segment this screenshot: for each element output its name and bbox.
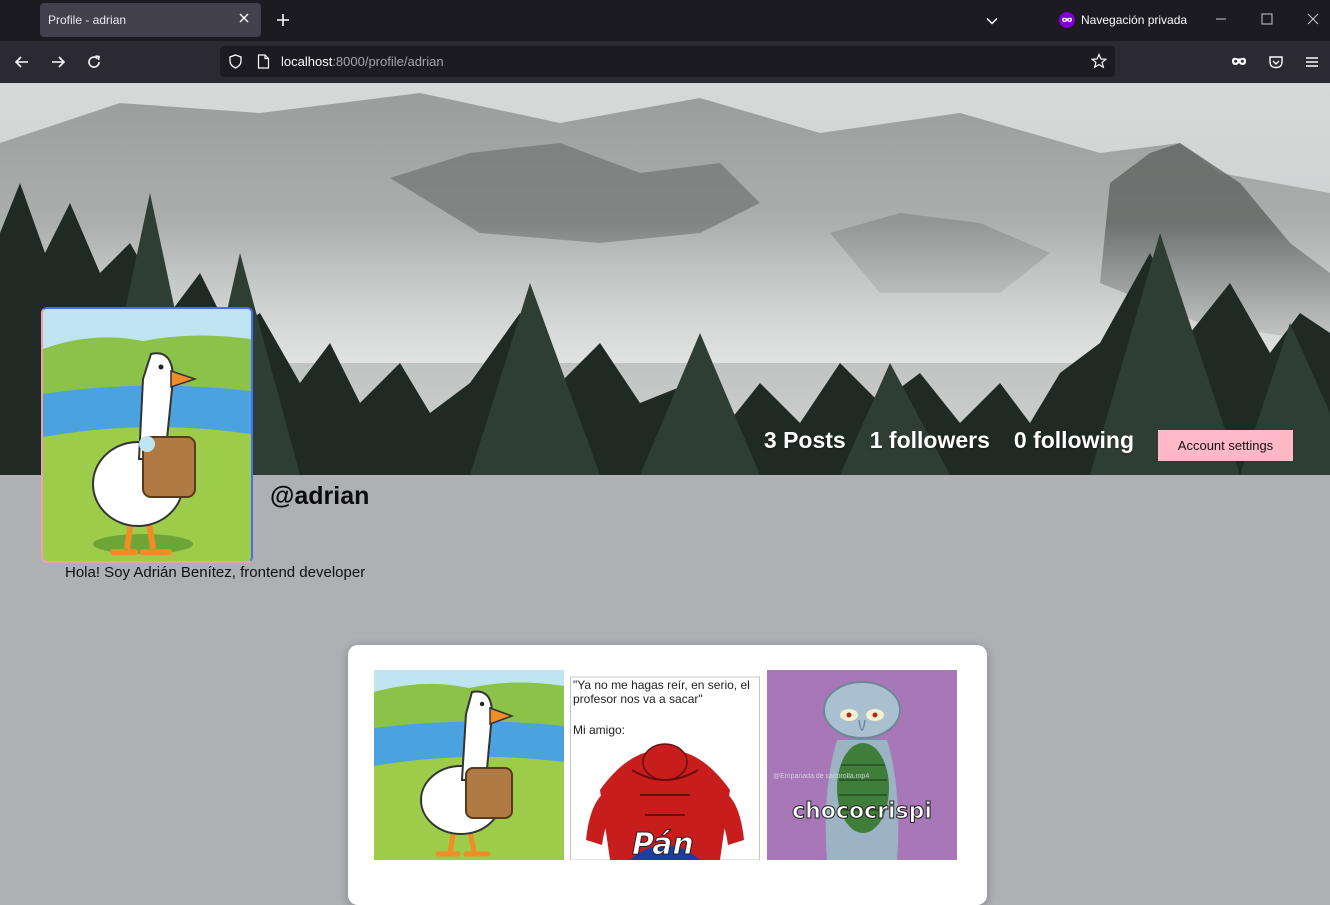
posts-grid: "Ya no me hagas reír, en serio, el profe…	[348, 645, 987, 905]
url-host: localhost	[281, 54, 333, 69]
post-thumbnail[interactable]: "Ya no me hagas reír, en serio, el profe…	[570, 670, 760, 860]
navigation-toolbar: localhost:8000/profile/adrian	[0, 41, 1330, 83]
squidward-meme-image: @Empanada de cacorolla.mp4 chococrispi	[767, 670, 957, 860]
pocket-icon[interactable]	[1268, 54, 1284, 70]
back-arrow-icon[interactable]	[14, 54, 30, 70]
close-icon[interactable]	[237, 11, 251, 25]
maximize-icon[interactable]	[1260, 12, 1274, 26]
followers-count[interactable]: 1 followers	[870, 427, 990, 454]
star-icon[interactable]	[1091, 53, 1107, 69]
private-browsing-label: Navegación privada	[1081, 13, 1188, 27]
post2-caption-line3: Mi amigo:	[573, 723, 625, 737]
address-bar[interactable]: localhost:8000/profile/adrian	[220, 46, 1115, 77]
minimize-icon[interactable]	[1214, 12, 1228, 26]
forward-arrow-icon[interactable]	[50, 54, 66, 70]
account-settings-button[interactable]: Account settings	[1158, 430, 1293, 461]
private-mask-icon	[1059, 12, 1075, 28]
avatar	[41, 307, 253, 563]
post2-overlay-text: Pán	[632, 827, 694, 860]
menu-icon[interactable]	[1304, 54, 1320, 70]
post2-caption-line2: profesor nos va a sacar"	[573, 692, 703, 706]
shield-icon[interactable]	[228, 54, 243, 69]
following-count[interactable]: 0 following	[1014, 427, 1134, 454]
post2-caption-line1: "Ya no me hagas reír, en serio, el	[573, 678, 750, 692]
url-text[interactable]: localhost:8000/profile/adrian	[281, 54, 444, 69]
window-close-icon[interactable]	[1306, 12, 1320, 26]
mask-icon[interactable]	[1231, 54, 1247, 70]
goose-avatar-image	[43, 309, 251, 561]
goose-post-image	[374, 670, 564, 860]
tab-strip: Profile - adrian Navegación privada	[0, 0, 1330, 41]
spiderman-meme-image: "Ya no me hagas reír, en serio, el profe…	[570, 670, 760, 860]
post3-watermark: @Empanada de cacorolla.mp4	[773, 773, 869, 780]
profile-username: @adrian	[270, 482, 370, 510]
plus-icon[interactable]	[275, 12, 291, 28]
posts-count[interactable]: 3 Posts	[764, 427, 846, 454]
page-icon[interactable]	[257, 54, 270, 69]
active-tab[interactable]: Profile - adrian	[40, 3, 261, 37]
tab-title: Profile - adrian	[48, 13, 127, 27]
chevron-down-icon[interactable]	[985, 14, 999, 28]
post3-overlay-text: chococrispi	[792, 799, 932, 824]
reload-icon[interactable]	[86, 54, 102, 70]
profile-stats: 3 Posts 1 followers 0 following	[764, 427, 1134, 454]
profile-bio: Hola! Soy Adrián Benítez, frontend devel…	[65, 564, 366, 581]
url-path: :8000/profile/adrian	[332, 54, 444, 69]
post-thumbnail[interactable]	[374, 670, 564, 860]
post-thumbnail[interactable]: @Empanada de cacorolla.mp4 chococrispi	[767, 670, 957, 860]
